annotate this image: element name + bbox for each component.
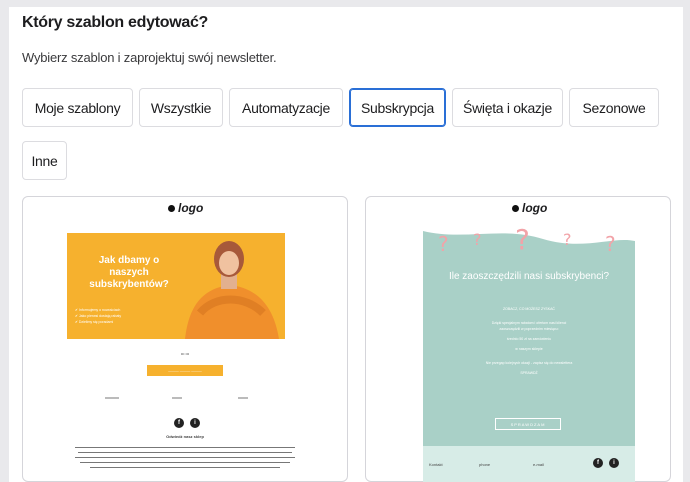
template-1-footer-line: [75, 457, 295, 458]
facebook-icon: f: [174, 418, 184, 428]
template-1-logo: logo: [168, 201, 203, 215]
template-2-line: Nie przegap kolejnych okazji - zapisz si…: [485, 361, 573, 365]
template-2-banner: ? ? ? ? ? Ile zaoszczędzili nasi subskry…: [423, 221, 635, 482]
svg-text:?: ?: [515, 223, 530, 256]
tab-subskrypcja[interactable]: Subskrypcja: [349, 88, 446, 127]
template-1-icon-placeholder: [172, 397, 182, 399]
tab-sezonowe[interactable]: Sezonowe: [569, 88, 659, 127]
tab-moje-szablony[interactable]: Moje szablony: [22, 88, 133, 127]
svg-text:?: ?: [438, 232, 449, 256]
template-1-footer-line: [78, 452, 292, 453]
template-1-banner: Jak dbamy o naszych subskrybentów? Infor…: [67, 233, 285, 339]
svg-text:?: ?: [473, 230, 482, 249]
instagram-icon: i: [609, 458, 619, 468]
tab-automatyzacje[interactable]: Automatyzacje: [229, 88, 343, 127]
template-2-line: ZOBACZ, CO MOŻESZ ZYSKAĆ: [503, 307, 555, 311]
tab-inne[interactable]: Inne: [22, 141, 67, 180]
tab-swieta-i-okazje[interactable]: Święta i okazje: [452, 88, 563, 127]
template-1-footer-line: [75, 447, 295, 448]
template-2-headline: Ile zaoszczędzili nasi subskrybenci?: [448, 271, 610, 282]
page-subtitle: Wybierz szablon i zaprojektuj swój newsl…: [22, 50, 277, 65]
template-2-logo: logo: [512, 201, 547, 215]
template-1-footer-heading: Odwiedź nasz sklep: [166, 434, 204, 439]
template-1-small-heading: ••• •••: [180, 352, 190, 356]
template-2-line: w naszym sklepie: [515, 347, 543, 351]
template-2-footer: Kontakt phone e-mail f i: [423, 446, 635, 482]
template-2-line: SPRAWDŹ: [520, 371, 538, 375]
template-1-icon-placeholder: [238, 397, 248, 399]
svg-text:?: ?: [605, 232, 616, 256]
tab-wszystkie[interactable]: Wszystkie: [139, 88, 223, 127]
woman-photo-icon: [185, 241, 279, 339]
template-1-icon-placeholder: [105, 397, 119, 399]
template-1-footer-line: [90, 467, 280, 468]
logo-dot-icon: [512, 204, 519, 212]
template-1-headline: Jak dbamy o naszych subskrybentów?: [89, 255, 169, 290]
template-1-bullets: Informujemy o nowościach Jako pierwsi do…: [75, 307, 175, 325]
template-1-cta: ——— ——— ———: [147, 365, 223, 376]
instagram-icon: i: [190, 418, 200, 428]
facebook-icon: f: [593, 458, 603, 468]
template-2-button: SPRAWDZAM: [495, 418, 561, 430]
question-marks-illustration-icon: ? ? ? ? ?: [423, 221, 635, 266]
svg-text:?: ?: [563, 230, 572, 249]
template-2-line: średnio 50 zł na zamówieniu: [506, 337, 552, 341]
logo-dot-icon: [168, 204, 175, 212]
template-2-line: Dzięki specjalnym rabatom i ofertom nasi…: [491, 321, 567, 325]
template-1-footer-line: [80, 462, 290, 463]
template-2-line: zaoszczędzili w poprzednim miesiącu:: [499, 327, 559, 331]
page-title: Który szablon edytować?: [22, 14, 209, 31]
